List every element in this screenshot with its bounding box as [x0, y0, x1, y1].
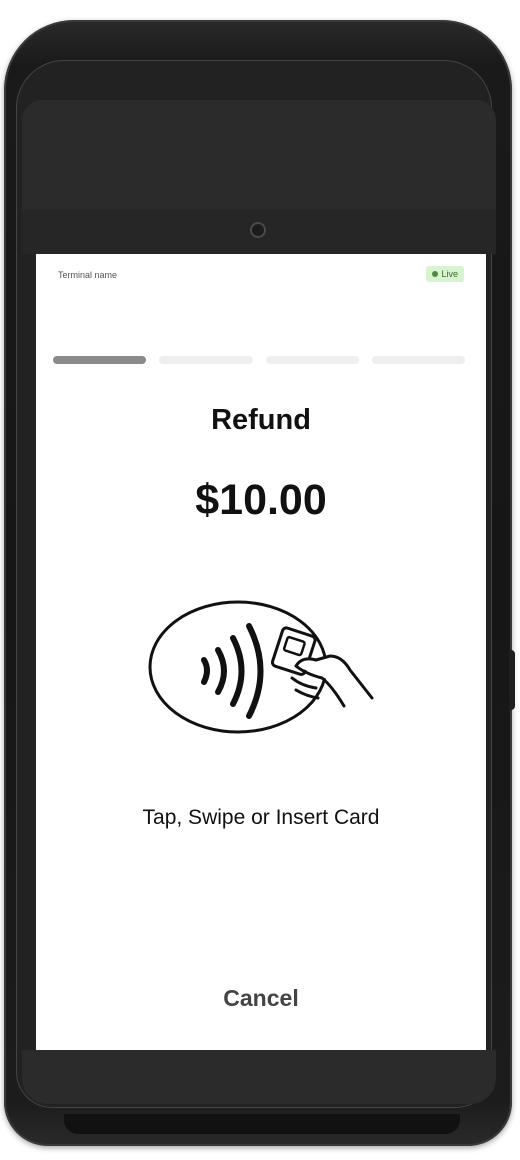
- progress-step: [265, 356, 359, 364]
- progress-step: [371, 356, 465, 364]
- card-instruction: Tap, Swipe or Insert Card: [142, 806, 380, 829]
- terminal-screen: Terminal name Live Refund $10.00 Tap, Sw…: [36, 254, 486, 1050]
- step-progress: [53, 356, 465, 364]
- progress-step: [53, 356, 147, 364]
- status-dot-icon: [432, 271, 439, 277]
- status-badge-label: Live: [441, 269, 458, 279]
- terminal-name: Terminal name: [58, 270, 118, 280]
- contactless-tap-card-icon: [148, 600, 374, 734]
- transaction-type: Refund: [211, 404, 311, 436]
- transaction-amount: $10.00: [195, 476, 327, 524]
- side-button[interactable]: [509, 650, 515, 710]
- progress-step: [159, 356, 253, 364]
- camera-icon: [250, 222, 266, 238]
- status-badge: Live: [426, 266, 464, 282]
- top-bezel: [22, 100, 496, 210]
- bottom-bezel: [22, 1050, 496, 1104]
- bottom-lip: [64, 1114, 460, 1134]
- payment-terminal-device: Terminal name Live Refund $10.00 Tap, Sw…: [0, 0, 520, 1160]
- cancel-button[interactable]: Cancel: [191, 980, 331, 1016]
